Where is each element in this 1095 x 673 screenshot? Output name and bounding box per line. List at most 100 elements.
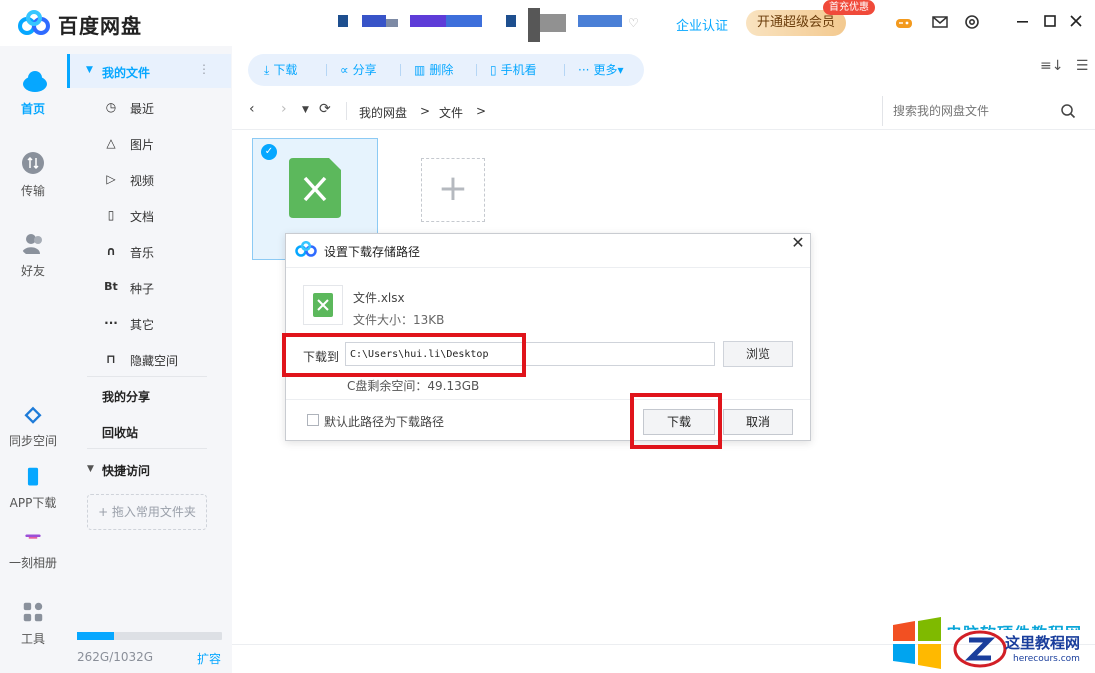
user-info-blurred[interactable]: ♡ [338, 8, 639, 42]
windows-logo-watermark [893, 617, 941, 669]
dialog-close-icon[interactable]: ✕ [789, 234, 807, 252]
toolbar-separator [326, 64, 327, 76]
excel-file-icon [289, 158, 341, 218]
list-view-icon[interactable]: ☰ [1076, 58, 1089, 74]
toolbar-separator [564, 64, 565, 76]
bt-icon: Bt [104, 280, 118, 293]
enterprise-certification-link[interactable]: 企业认证 [676, 15, 728, 34]
maximize-icon[interactable] [1040, 13, 1060, 33]
dialog-file-size: 文件大小：13KB [353, 313, 445, 327]
divider [87, 376, 207, 377]
nav-friends-label: 好友 [20, 264, 45, 278]
dialog-cancel-button[interactable]: 取消 [723, 409, 793, 435]
search-icon[interactable] [1060, 103, 1076, 119]
watermark-site-name: 这里教程网 [1005, 634, 1081, 652]
settings-gear-icon[interactable] [962, 13, 982, 33]
add-file-placeholder[interactable]: + [421, 158, 485, 222]
nav-album[interactable]: 一刻相册 [0, 526, 66, 571]
free-space-text: C盘剩余空间：49.13GB [347, 379, 480, 393]
expand-caret-icon[interactable]: ▼ [86, 65, 93, 75]
watermark-url: herecours.com [1013, 654, 1080, 664]
share-icon: ∝ [340, 63, 349, 77]
sidebar-item-recycle-bin[interactable]: 回收站 [102, 424, 138, 441]
toolbar-phone-view-button[interactable]: ▯ 手机看 [490, 54, 537, 86]
forward-arrow-icon[interactable]: › [281, 101, 287, 117]
toolbar-download-button[interactable]: ⤓ 下载 [264, 54, 297, 86]
highlight-box-path [282, 333, 526, 377]
toolbar-more-button[interactable]: ··· 更多▾ [578, 54, 623, 86]
breadcrumb-my-disk[interactable]: 我的网盘 [359, 104, 407, 121]
my-files-more-icon[interactable]: ⋮ [198, 62, 210, 76]
default-path-checkbox[interactable] [307, 414, 319, 426]
vip-diamond-icon: ♡ [628, 16, 639, 30]
quick-access-caret-icon[interactable]: ▼ [87, 464, 94, 474]
album-icon [25, 534, 41, 539]
nav-sync-label: 同步空间 [8, 434, 57, 448]
nav-album-label: 一刻相册 [8, 556, 57, 570]
mail-icon[interactable] [930, 13, 950, 33]
toolbar-separator [476, 64, 477, 76]
divider [286, 399, 810, 400]
excel-file-icon [313, 293, 333, 317]
refresh-icon[interactable]: ⟳ [319, 101, 331, 117]
sidebar-item-my-share[interactable]: 我的分享 [102, 388, 150, 405]
dialog-title: 设置下载存储路径 [324, 245, 421, 259]
add-favorite-folder-dropzone[interactable]: + 拖入常用文件夹 [87, 494, 207, 530]
breadcrumb-files[interactable]: 文件 [439, 104, 463, 121]
phone-icon: ▯ [490, 63, 497, 77]
headphones-icon: ∩ [106, 244, 116, 258]
vip-promo-badge: 首充优惠 [823, 0, 875, 15]
document-icon: ▯ [107, 208, 115, 222]
minimize-icon[interactable] [1012, 13, 1032, 33]
baidu-netdisk-logo-icon [18, 10, 50, 35]
toolbar-delete-button[interactable]: ▥ 删除 [414, 54, 453, 86]
cloud-icon [23, 71, 47, 92]
storage-usage-fill [77, 632, 114, 640]
sidebar-my-files-label: 我的文件 [102, 66, 151, 80]
toolbar-share-button[interactable]: ∝ 分享 [340, 54, 377, 86]
history-dropdown-icon[interactable]: ▼ [302, 105, 309, 115]
highlight-box-download [630, 393, 722, 449]
game-icon[interactable] [894, 13, 914, 33]
divider [346, 102, 347, 120]
baidu-netdisk-logo-icon [295, 241, 317, 257]
storage-usage-bar [77, 632, 222, 640]
nav-transfer-label: 传输 [20, 184, 45, 198]
trash-icon: ▥ [414, 63, 426, 77]
back-arrow-icon[interactable]: ‹ [249, 101, 255, 117]
nav-home-label: 首页 [20, 102, 45, 116]
nav-app-label: APP下载 [9, 496, 57, 510]
storage-usage-text: 262G/1032G [77, 650, 154, 664]
friends-icon [22, 234, 42, 254]
sidebar-quick-access[interactable]: 快捷访问 [102, 462, 150, 479]
download-icon: ⤓ [264, 63, 270, 77]
file-toolbar: ⤓ 下载 ∝ 分享 ▥ 删除 ▯ 手机看 ··· 更多▾ [248, 54, 644, 86]
video-icon: ▷ [106, 172, 116, 186]
more-dots-icon: ··· [578, 63, 590, 77]
view-controls: ≡↓ ☰ [1040, 58, 1088, 74]
clock-icon: ◷ [105, 100, 117, 114]
sort-icon[interactable]: ≡↓ [1040, 58, 1063, 74]
default-path-checkbox-label[interactable]: 默认此路径为下载路径 [324, 413, 444, 430]
close-window-icon[interactable] [1066, 13, 1086, 33]
nav-app-download[interactable]: APP下载 [0, 466, 66, 511]
nav-friends[interactable]: 好友 [0, 230, 66, 279]
phone-icon [27, 467, 39, 486]
watermark-z-logo [953, 630, 1007, 668]
dialog-file-name: 文件.xlsx [353, 291, 405, 305]
nav-sync-space[interactable]: 同步空间 [0, 406, 66, 449]
nav-tools-label: 工具 [20, 632, 45, 646]
search-input[interactable] [882, 96, 1052, 126]
dialog-file-thumb [303, 285, 343, 325]
tools-icon [23, 602, 43, 622]
app-name: 百度网盘 [58, 14, 142, 38]
browse-button[interactable]: 浏览 [723, 341, 793, 367]
nav-rail [0, 46, 66, 673]
nav-tools[interactable]: 工具 [0, 600, 66, 647]
expand-storage-link[interactable]: 扩容 [197, 650, 221, 667]
nav-transfer[interactable]: 传输 [0, 150, 66, 199]
breadcrumb-separator: > [476, 104, 487, 118]
nav-home[interactable]: 首页 [0, 68, 66, 117]
breadcrumb-separator: > [420, 104, 431, 118]
checkmark-icon[interactable]: ✓ [261, 144, 277, 160]
